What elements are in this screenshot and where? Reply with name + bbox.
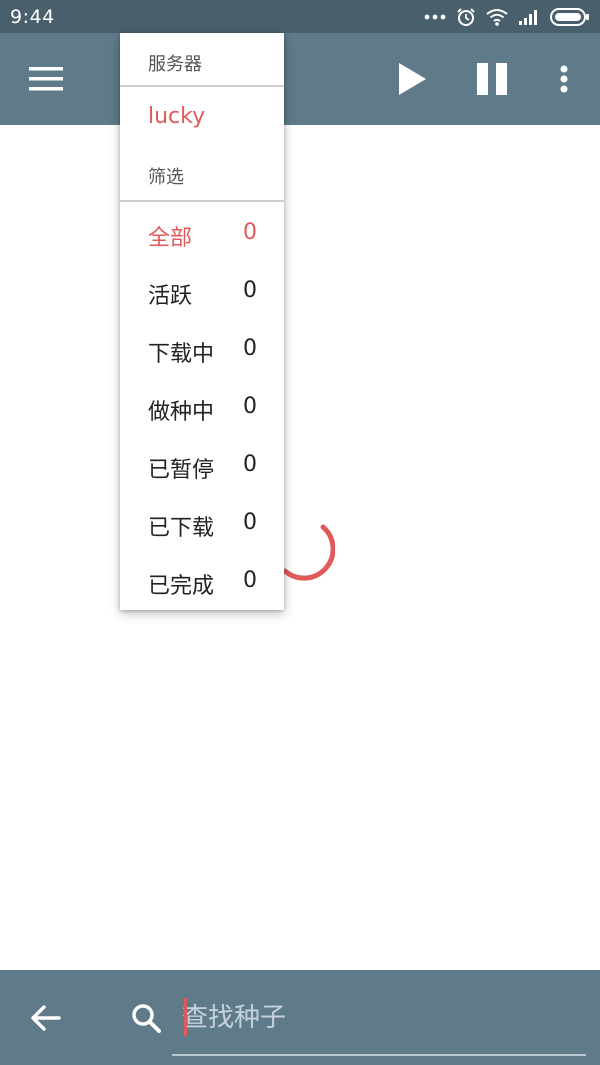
filter-item-active[interactable]: 活跃 0 (120, 264, 284, 322)
back-button[interactable] (22, 994, 70, 1042)
app-bar (0, 33, 600, 125)
filter-count: 0 (243, 510, 257, 535)
filter-item-downloaded[interactable]: 已下载 0 (120, 496, 284, 554)
filter-label: 已暂停 (148, 458, 215, 483)
filter-count: 0 (243, 336, 257, 361)
pause-icon (477, 63, 507, 95)
battery-icon (550, 8, 589, 26)
start-all-button[interactable] (388, 55, 436, 103)
filter-item-all[interactable]: 全部 0 (120, 206, 284, 264)
divider (120, 85, 284, 87)
bottom-search-bar (0, 970, 600, 1065)
filter-item-completed[interactable]: 已完成 0 (120, 554, 284, 612)
search-input[interactable] (182, 996, 582, 1040)
filter-label: 做种中 (148, 400, 215, 425)
status-bar: 9:44 (0, 0, 600, 33)
status-time: 9:44 (10, 6, 55, 28)
navigation-dropdown: 服务器 lucky 筛选 全部 0 活跃 0 下载中 0 做种中 0 已暂停 0… (120, 33, 284, 610)
filter-label: 下载中 (148, 342, 215, 367)
alarm-icon (457, 8, 475, 26)
menu-icon (29, 67, 63, 91)
play-icon (399, 63, 426, 95)
pause-all-button[interactable] (468, 55, 516, 103)
filter-label: 活跃 (148, 284, 193, 309)
back-arrow-icon (31, 1005, 61, 1031)
filter-count: 0 (243, 568, 257, 593)
overflow-menu-button[interactable] (540, 55, 588, 103)
filter-label: 已完成 (148, 574, 215, 599)
filter-item-downloading[interactable]: 下载中 0 (120, 322, 284, 380)
search-icon (132, 1004, 161, 1033)
search-underline (172, 1054, 586, 1056)
menu-button[interactable] (22, 55, 70, 103)
filter-count: 0 (243, 452, 257, 477)
wifi-icon (486, 9, 508, 26)
signal-icon (519, 10, 537, 25)
more-dots-icon (424, 14, 446, 20)
status-icons (424, 7, 590, 27)
filter-label: 全部 (148, 226, 193, 251)
filter-count: 0 (243, 394, 257, 419)
filter-item-paused[interactable]: 已暂停 0 (120, 438, 284, 496)
filter-section-header: 筛选 (148, 167, 184, 188)
search-button[interactable] (122, 994, 170, 1042)
text-cursor (184, 998, 187, 1036)
filter-count: 0 (243, 220, 257, 245)
server-item-lucky[interactable]: lucky (148, 104, 205, 129)
filter-item-seeding[interactable]: 做种中 0 (120, 380, 284, 438)
filter-count: 0 (243, 278, 257, 303)
divider (120, 200, 284, 202)
server-section-header: 服务器 (148, 54, 202, 75)
more-vert-icon (560, 65, 568, 93)
filter-label: 已下载 (148, 516, 215, 541)
